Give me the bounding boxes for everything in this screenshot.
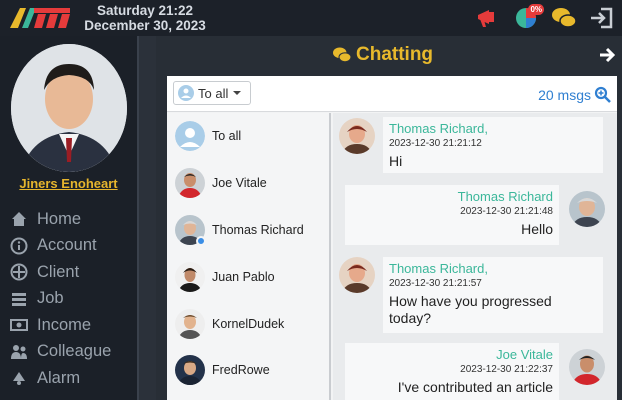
profile-name[interactable]: Jiners Enoheart [0,176,137,191]
contact-item-to-all[interactable]: To all [167,113,329,160]
menu-item-account[interactable]: Account [10,233,111,260]
menu-item-alarm[interactable]: Alarm [10,365,111,392]
message-time: 2023-12-30 21:21:57 [389,278,482,289]
message-sender: Thomas Richard [457,189,553,204]
logout-button[interactable] [588,4,616,32]
menu-item-label: Income [37,315,92,334]
caret-down-icon [233,91,242,95]
menu-item-client[interactable]: Client [10,259,111,286]
message-text: How have you progressed today? [389,293,552,326]
menu-item-label: Client [37,262,80,281]
message-sender: Joe Vitale [496,347,553,362]
message-item: Thomas Richard 2023-12-30 21:21:48 Hello [333,183,617,253]
stats-button[interactable]: 0% [512,4,544,32]
message-text: Hi [389,153,403,169]
menu-item-label: Account [37,236,97,255]
message-item: Thomas Richard, 2023-12-30 21:21:12 Hi [333,113,617,183]
current-day-time: Saturday 21:22 [96,3,194,18]
menu-item-colleague[interactable]: Colleague [10,339,111,366]
chat-title-text: Chatting [356,44,434,65]
avatar [175,261,205,292]
job-icon [12,292,26,306]
message-text: Hello [521,221,553,237]
message-bubble: Thomas Richard, 2023-12-30 21:21:57 How … [383,257,603,333]
contact-name: Thomas Richard [212,222,304,237]
message-count: 20 msgs [538,87,591,103]
avatar[interactable] [569,191,605,227]
profile-avatar[interactable] [11,44,127,172]
recipient-value: To all [198,85,229,101]
avatar [175,121,205,152]
app-logo[interactable] [8,4,72,30]
message-item: Thomas Richard, 2023-12-30 21:21:57 How … [333,253,617,339]
contact-item-joe-vitale[interactable]: Joe Vitale [167,160,329,207]
contact-item-korneldudek[interactable]: KornelDudek [167,300,329,347]
message-sender: Thomas Richard, [389,261,488,276]
message-time: 2023-12-30 21:22:37 [460,364,553,375]
message-time: 2023-12-30 21:21:48 [460,206,553,217]
chat-bubbles-icon [552,8,577,28]
menu-item-label: Home [37,209,82,228]
home-icon [12,212,26,227]
menu-item-label: Alarm [37,368,81,387]
contact-name: Joe Vitale [212,176,267,191]
menu-item-label: Job [37,289,64,308]
avatar [175,308,205,339]
contact-item-thomas-richard[interactable]: Thomas Richard [167,207,329,254]
chat-header: Chatting [156,36,622,76]
sidebar: Jiners Enoheart Home Account Client Job … [0,36,137,400]
contact-name: To all [212,129,242,144]
colleague-icon [11,344,27,359]
message-item: Joe Vitale 2023-12-30 21:22:37 I've cont… [333,339,617,400]
search-messages-button[interactable] [594,86,611,108]
message-bubble: Thomas Richard 2023-12-30 21:21:48 Hello [345,185,559,245]
avatar [175,214,206,246]
chat-window: Chatting To all 20 msgs To all Joe Vital… [156,36,622,400]
avatar[interactable] [339,118,375,154]
message-bubble: Thomas Richard, 2023-12-30 21:21:12 Hi [383,117,603,173]
chat-toolbar: To all 20 msgs [167,76,617,112]
chat-button[interactable] [550,4,578,32]
current-datetime: Saturday 21:22 December 30, 2023 [80,3,210,33]
current-date: December 30, 2023 [84,18,206,33]
group-avatar-icon [178,85,194,101]
recipient-select[interactable]: To all [173,81,251,105]
avatar [175,168,205,199]
money-icon [10,319,28,332]
contact-item-fredrowe[interactable]: FredRowe [167,347,329,394]
search-icon [594,86,611,103]
message-bubble: Joe Vitale 2023-12-30 21:22:37 I've cont… [345,343,559,400]
contact-item-juan-pablo[interactable]: Juan Pablo [167,253,329,300]
megaphone-icon [478,10,494,27]
menu-item-job[interactable]: Job [10,286,111,313]
contact-name: Juan Pablo [212,269,275,284]
menu-item-income[interactable]: Income [10,312,111,339]
chat-title: Chatting [332,44,433,66]
avatar[interactable] [339,257,375,293]
message-text: I've contributed an article [397,379,553,395]
menu-item-home[interactable]: Home [10,206,111,233]
chat-bubbles-icon [333,47,352,63]
contact-name: KornelDudek [212,316,285,331]
message-list: Thomas Richard, 2023-12-30 21:21:12 Hi T… [333,113,617,400]
online-status-dot [196,235,206,246]
client-icon [10,263,28,281]
chat-close-button[interactable] [598,46,616,69]
contact-list: To all Joe Vitale Thomas Richard Juan Pa… [167,113,331,400]
contact-name: FredRowe [212,363,270,378]
alarm-icon [13,372,25,386]
avatar [175,355,205,386]
top-bar: Saturday 21:22 December 30, 2023 0% [0,0,622,36]
arrow-right-icon [600,47,616,63]
message-time: 2023-12-30 21:21:12 [389,138,482,149]
chat-panel: To all 20 msgs To all Joe Vitale Thomas … [167,76,617,400]
menu-item-label: Colleague [37,342,112,361]
notification-button[interactable] [474,4,502,32]
stats-badge: 0% [528,4,544,15]
avatar[interactable] [569,349,605,385]
info-icon [10,237,28,255]
main-menu: Home Account Client Job Income Colleague… [10,206,111,392]
message-sender: Thomas Richard, [389,121,488,136]
logout-icon [591,7,613,29]
